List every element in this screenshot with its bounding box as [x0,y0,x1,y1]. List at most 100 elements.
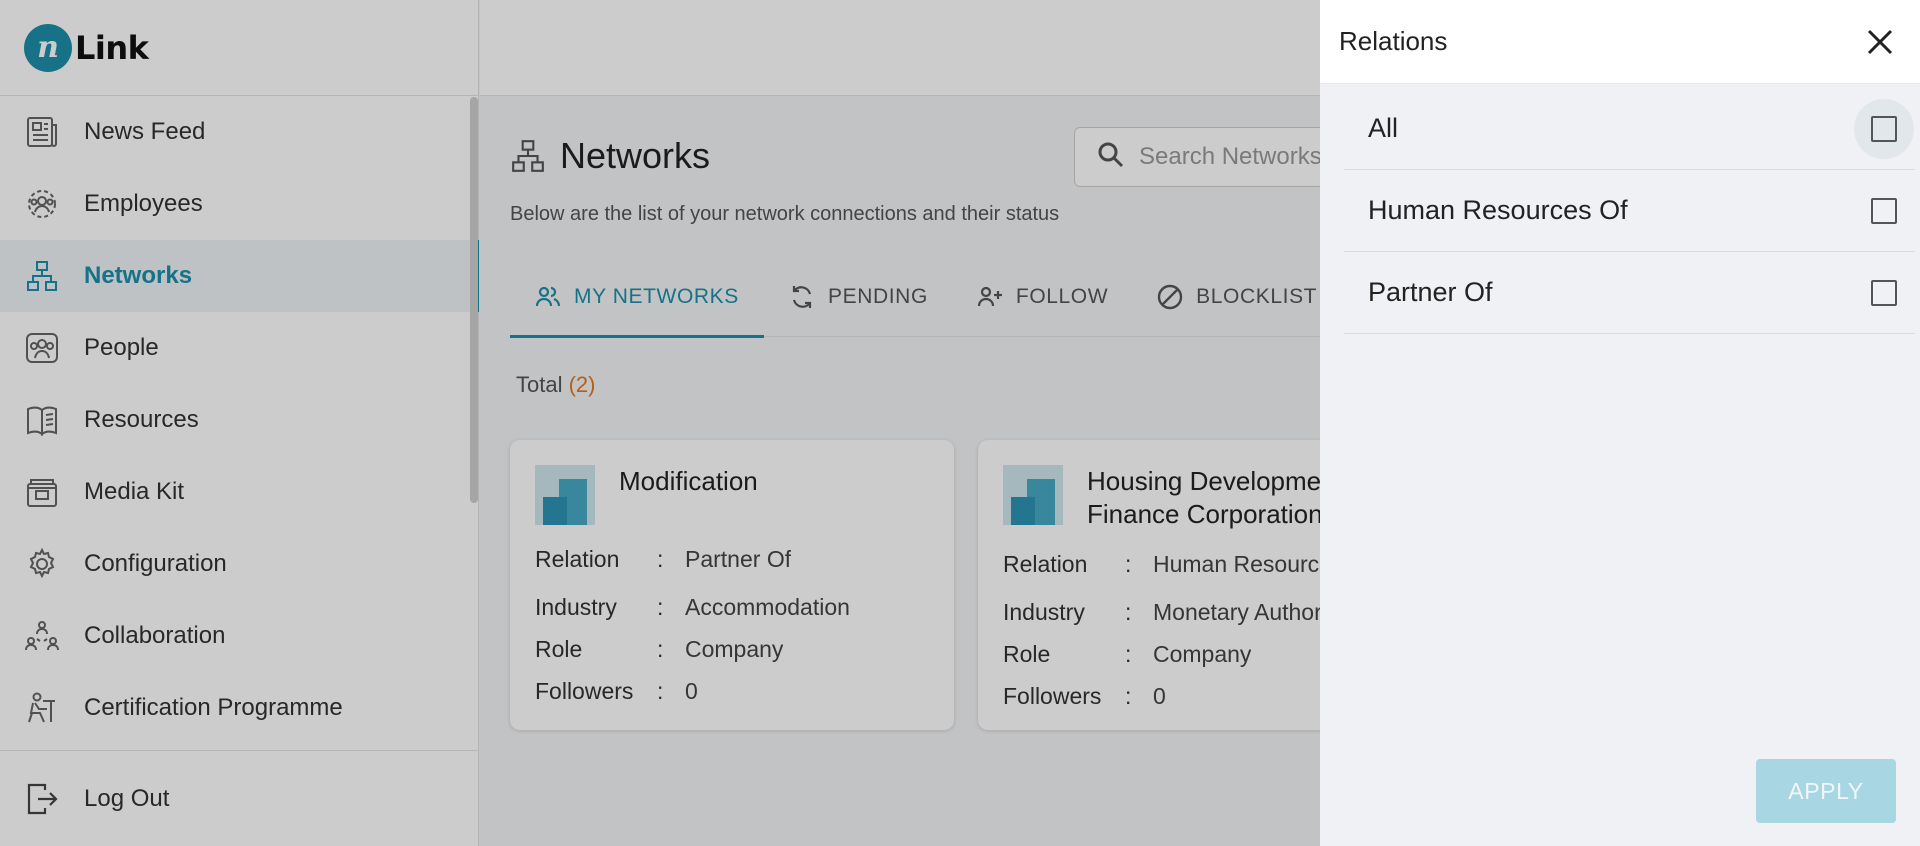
field-label: Industry [1003,598,1085,625]
role-row: Role : Company [535,628,945,670]
tab-label: MY NETWORKS [574,285,739,308]
sidebar-item-resources[interactable]: Resources [0,384,479,456]
field-separator: : [657,545,664,572]
logo-text: Link [75,28,149,67]
sidebar-item-networks[interactable]: Networks [0,240,479,312]
sidebar-item-news-feed[interactable]: News Feed [0,96,479,168]
checkbox-partner-of[interactable] [1854,263,1914,323]
field-separator: : [657,677,664,704]
relation-option-all[interactable]: All [1344,88,1915,170]
field-separator: : [657,635,664,662]
sidebar-item-configuration[interactable]: Configuration [0,528,479,600]
sidebar-item-certification-programme[interactable]: Certification Programme [0,672,479,744]
close-icon [1867,29,1893,55]
field-label: Industry [535,593,617,620]
tab-blocklist[interactable]: BLOCKLIST [1132,257,1341,337]
industry-row: Industry : Accommodation [535,586,945,628]
block-icon [1156,283,1184,311]
field-separator: : [1125,682,1132,709]
total-label: Total [516,372,563,397]
option-label: Human Resources Of [1368,195,1628,225]
sidebar-item-label: Resources [84,406,199,433]
sidebar-nav: News Feed Employees Networks People Reso… [0,96,479,750]
network-card[interactable]: Modification Relation : Partner Of Indus… [510,440,954,730]
checkbox-box [1871,116,1897,142]
drawer-header: Relations [1320,0,1920,84]
field-separator: : [1125,550,1132,577]
field-value: Company [685,635,784,662]
sidebar-item-employees[interactable]: Employees [0,168,479,240]
field-label: Role [535,635,583,662]
logo-mark: n [24,23,72,72]
gear-icon [24,546,60,582]
sidebar-item-label: Media Kit [84,478,185,505]
field-label: Followers [535,677,634,704]
checkbox-human-resources-of[interactable] [1854,181,1914,241]
card-details: Relation : Partner Of Industry : Accommo… [535,538,945,712]
field-separator: : [1125,640,1132,667]
sidebar-item-media-kit[interactable]: Media Kit [0,456,479,528]
tab-my-networks[interactable]: MY NETWORKS [510,257,764,338]
page-subtitle: Below are the list of your network conne… [510,203,1060,225]
company-logo-icon [1003,465,1063,525]
sidebar-item-people[interactable]: People [0,312,479,384]
network-icon [24,258,60,294]
certification-icon [24,690,60,726]
checkbox-box [1871,280,1897,306]
tab-follow[interactable]: FOLLOW [952,257,1132,337]
newspaper-icon [24,114,60,150]
sync-icon [788,283,816,311]
field-value: Company [1153,640,1252,667]
page-title: Networks [560,135,711,176]
relation-option-human-resources-of[interactable]: Human Resources Of [1344,170,1915,252]
sidebar-item-label: Employees [84,190,203,217]
tab-pending[interactable]: PENDING [764,257,952,337]
search-icon [1097,141,1125,174]
add-user-icon [976,283,1004,311]
sidebar-item-label: Collaboration [84,622,226,649]
relation-option-partner-of[interactable]: Partner Of [1344,252,1915,334]
tab-label: BLOCKLIST [1196,285,1318,308]
sidebar-item-label: Configuration [84,550,227,577]
field-value: Partner Of [685,545,792,572]
field-label: Role [1003,640,1051,667]
sidebar-item-label: Certification Programme [84,694,343,721]
logout-label: Log Out [84,784,170,812]
followers-row: Followers : 0 [535,670,945,712]
page-header: Networks [510,135,710,177]
sidebar-item-collaboration[interactable]: Collaboration [0,600,479,672]
sidebar-scrollbar[interactable] [470,97,478,503]
employees-icon [24,186,60,222]
sidebar-item-label: News Feed [84,118,206,145]
drawer-title: Relations [1339,26,1448,56]
card-title: Modification [619,466,758,496]
tab-label: FOLLOW [1015,285,1109,308]
close-button[interactable] [1862,24,1898,60]
people-icon [24,330,60,366]
sidebar: n Link News Feed Employees Networks Peop… [0,0,479,846]
relation-options: All Human Resources Of Partner Of [1344,88,1915,334]
field-separator: : [657,593,664,620]
total-count: Total (2) [516,372,596,398]
logout-button[interactable]: Log Out [0,750,479,846]
sidebar-item-label: Networks [84,262,193,289]
field-label: Relation [535,545,620,572]
checkbox-all[interactable] [1854,99,1914,159]
total-number: (2) [568,372,596,397]
tab-label: PENDING [828,285,928,308]
field-label: Relation [1003,550,1088,577]
company-logo-icon [535,465,595,525]
media-kit-icon [24,474,60,510]
book-icon [24,402,60,438]
field-separator: : [1125,598,1132,625]
sidebar-item-label: People [84,334,159,361]
relations-filter-drawer: Relations All Human Resources Of Partner… [1320,0,1920,846]
apply-button[interactable]: APPLY [1756,759,1896,823]
users-icon [534,283,562,311]
field-value: 0 [685,677,698,704]
checkbox-box [1871,198,1897,224]
relation-row: Relation : Partner Of [535,538,945,580]
option-label: All [1368,113,1399,143]
option-label: Partner Of [1368,277,1493,307]
logo[interactable]: n Link [0,0,478,96]
